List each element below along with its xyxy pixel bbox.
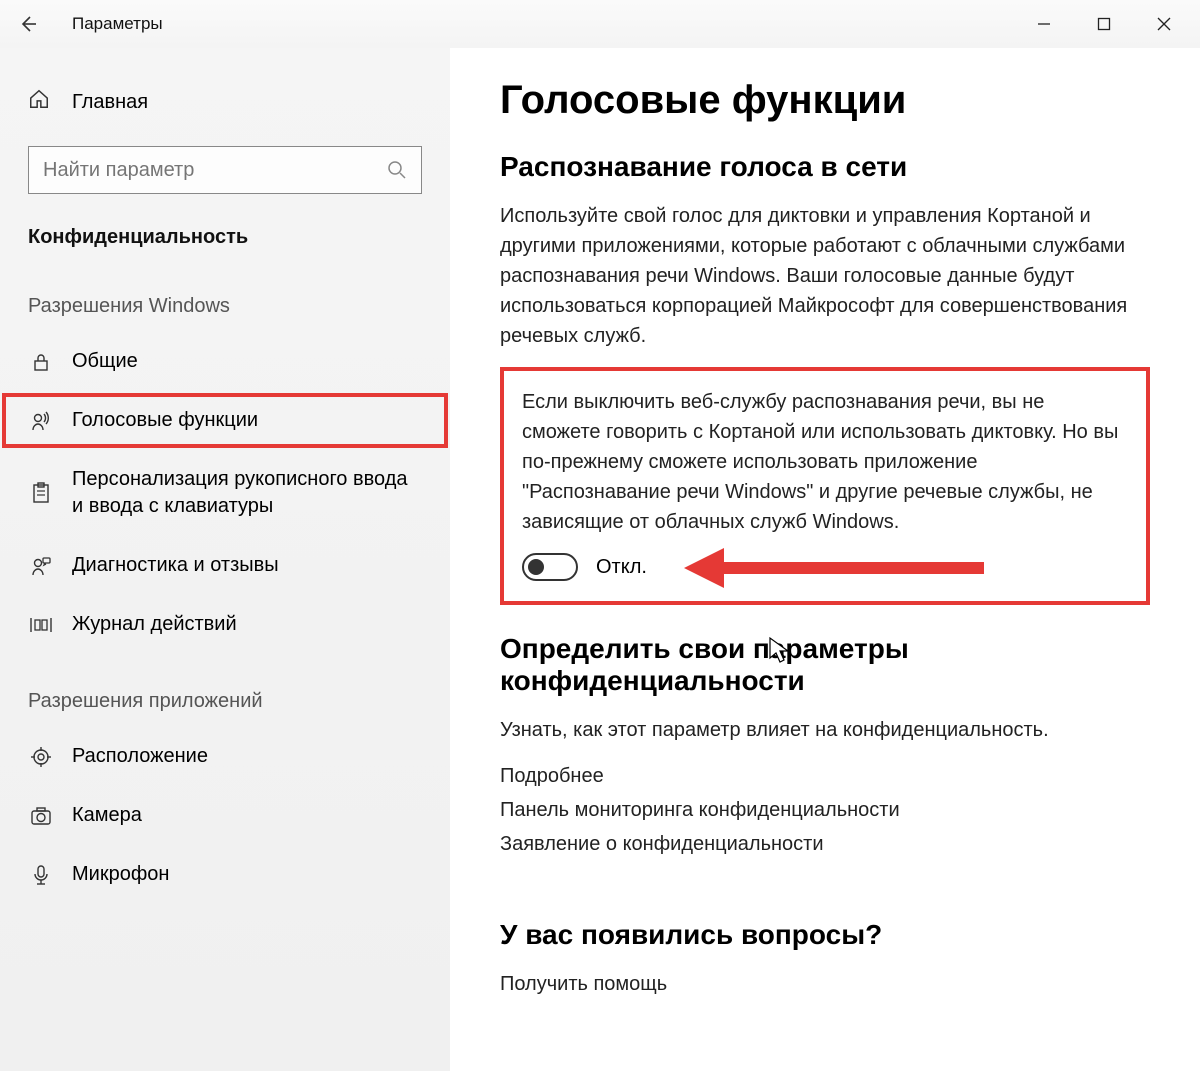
camera-icon	[28, 806, 54, 826]
sidebar-item-label: Расположение	[72, 743, 422, 770]
sidebar-section-apps: Разрешения приложений	[0, 654, 450, 727]
section-questions: У вас появились вопросы?	[500, 919, 1150, 951]
sidebar-item-label: Журнал действий	[72, 611, 422, 638]
link-more[interactable]: Подробнее	[500, 765, 604, 787]
maximize-button[interactable]	[1074, 2, 1134, 46]
link-dashboard[interactable]: Панель мониторинга конфиденциальности	[500, 799, 900, 821]
clipboard-icon	[28, 482, 54, 504]
sidebar-item-location[interactable]: Расположение	[0, 727, 450, 786]
search-input[interactable]	[43, 159, 387, 182]
speech-description-2: Если выключить веб-службу распознавания …	[522, 387, 1128, 537]
speech-toggle[interactable]	[522, 553, 578, 581]
speech-description-1: Используйте свой голос для диктовки и уп…	[500, 201, 1140, 351]
sidebar-item-label: Персонализация рукописного ввода и ввода…	[72, 466, 422, 520]
close-button[interactable]	[1134, 2, 1194, 46]
close-icon	[1157, 17, 1171, 31]
window-title: Параметры	[72, 14, 163, 34]
sidebar-category: Конфиденциальность	[0, 194, 450, 259]
section-privacy-settings: Определить свои параметры конфиденциальн…	[500, 633, 1150, 697]
sidebar-item-label: Диагностика и отзывы	[72, 552, 422, 579]
toggle-knob	[528, 559, 544, 575]
sidebar-item-diagnostics[interactable]: Диагностика и отзывы	[0, 536, 450, 595]
minimize-icon	[1037, 17, 1051, 31]
microphone-icon	[28, 864, 54, 886]
sidebar-item-label: Микрофон	[72, 861, 422, 888]
home-icon	[28, 88, 54, 116]
speech-icon	[28, 410, 54, 432]
page-title: Голосовые функции	[500, 78, 1150, 123]
timeline-icon	[28, 615, 54, 635]
link-get-help[interactable]: Получить помощь	[500, 973, 667, 995]
sidebar-item-label: Общие	[72, 348, 422, 375]
search-box[interactable]	[28, 146, 422, 194]
privacy-description: Узнать, как этот параметр влияет на конф…	[500, 715, 1140, 745]
section-online-speech: Распознавание голоса в сети	[500, 151, 1150, 183]
feedback-icon	[28, 555, 54, 577]
sidebar-item-label: Камера	[72, 802, 422, 829]
location-icon	[28, 746, 54, 768]
sidebar-item-label: Голосовые функции	[72, 407, 422, 434]
sidebar-item-microphone[interactable]: Микрофон	[0, 845, 450, 904]
search-icon	[387, 160, 407, 180]
sidebar-section-windows: Разрешения Windows	[0, 259, 450, 332]
sidebar: Главная Конфиденциальность Разрешения Wi…	[0, 48, 450, 1071]
link-statement[interactable]: Заявление о конфиденциальности	[500, 833, 824, 855]
back-button[interactable]	[6, 2, 50, 46]
sidebar-item-speech[interactable]: Голосовые функции	[0, 391, 450, 450]
sidebar-home[interactable]: Главная	[0, 76, 450, 128]
titlebar: Параметры	[0, 0, 1200, 48]
lock-icon	[28, 352, 54, 372]
annotation-highlight-box: Если выключить веб-службу распознавания …	[500, 367, 1150, 605]
minimize-button[interactable]	[1014, 2, 1074, 46]
sidebar-item-activity[interactable]: Журнал действий	[0, 595, 450, 654]
sidebar-home-label: Главная	[72, 91, 148, 114]
arrow-left-icon	[18, 14, 38, 34]
speech-toggle-label: Откл.	[596, 556, 647, 579]
sidebar-item-camera[interactable]: Камера	[0, 786, 450, 845]
maximize-icon	[1097, 17, 1111, 31]
content-pane: Голосовые функции Распознавание голоса в…	[450, 48, 1200, 1071]
sidebar-item-general[interactable]: Общие	[0, 332, 450, 391]
sidebar-item-inking[interactable]: Персонализация рукописного ввода и ввода…	[0, 450, 450, 536]
